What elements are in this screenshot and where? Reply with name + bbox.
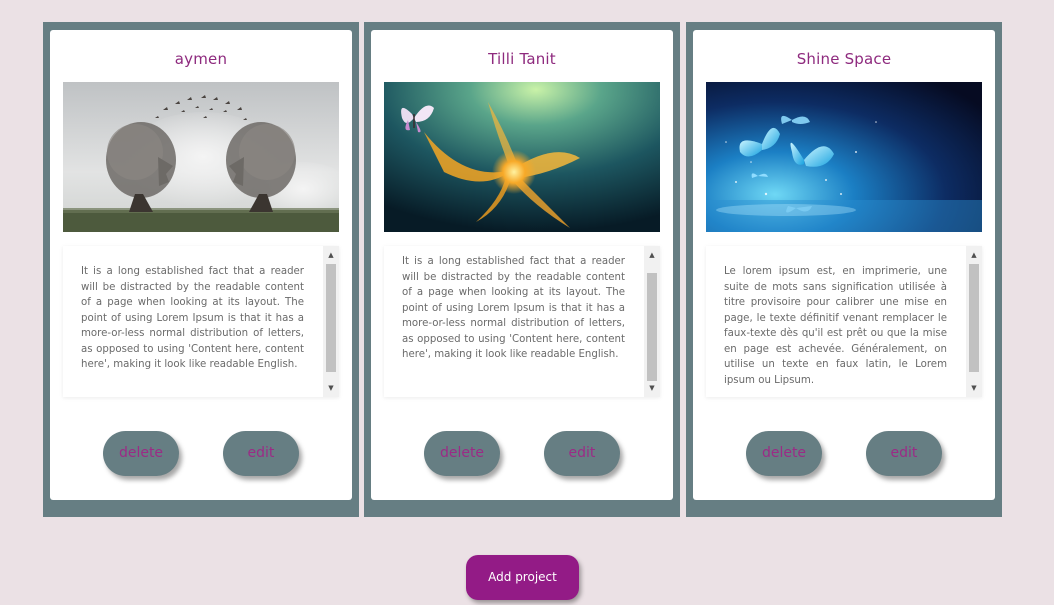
project-card-frame: Shine Space Le lorem ipsum est, en impri…	[686, 22, 1002, 517]
project-image	[63, 82, 339, 232]
blue-butterflies-image	[706, 82, 982, 232]
description-scrollbar[interactable]: ▲ ▼	[966, 246, 982, 397]
trees-heads-image	[63, 82, 339, 232]
scroll-up-icon[interactable]: ▲	[323, 248, 339, 262]
edit-button[interactable]: edit	[223, 431, 299, 476]
description-box[interactable]: It is a long established fact that a rea…	[384, 246, 660, 397]
project-description: It is a long established fact that a rea…	[402, 256, 625, 360]
scroll-down-icon[interactable]: ▼	[323, 381, 339, 395]
delete-button[interactable]: delete	[746, 431, 822, 476]
project-description: It is a long established fact that a rea…	[81, 266, 304, 370]
project-card: Tilli Tanit It is a long established fac…	[371, 30, 673, 500]
description-scrollbar[interactable]: ▲ ▼	[323, 246, 339, 397]
add-project-button[interactable]: Add project	[466, 555, 579, 600]
project-title: Tilli Tanit	[488, 50, 556, 68]
edit-button[interactable]: edit	[866, 431, 942, 476]
glowing-flower-image	[384, 82, 660, 232]
project-image	[706, 82, 982, 232]
delete-button[interactable]: delete	[424, 431, 500, 476]
description-box[interactable]: Le lorem ipsum est, en imprimerie, une s…	[706, 246, 982, 397]
project-card-frame: Tilli Tanit It is a long established fac…	[364, 22, 680, 517]
scroll-up-icon[interactable]: ▲	[966, 248, 982, 262]
scroll-up-icon[interactable]: ▲	[644, 248, 660, 262]
scroll-thumb[interactable]	[326, 264, 336, 372]
description-scrollbar[interactable]: ▲ ▼	[644, 246, 660, 397]
project-card-frame: aymen It is a long established fact that…	[43, 22, 359, 517]
edit-button[interactable]: edit	[544, 431, 620, 476]
project-title: aymen	[174, 50, 228, 68]
project-image	[384, 82, 660, 232]
project-title: Shine Space	[796, 50, 892, 68]
project-card: Shine Space Le lorem ipsum est, en impri…	[693, 30, 995, 500]
description-box[interactable]: It is a long established fact that a rea…	[63, 246, 339, 397]
delete-button[interactable]: delete	[103, 431, 179, 476]
project-card: aymen It is a long established fact that…	[50, 30, 352, 500]
scroll-down-icon[interactable]: ▼	[966, 381, 982, 395]
scroll-down-icon[interactable]: ▼	[644, 381, 660, 395]
project-description: Le lorem ipsum est, en imprimerie, une s…	[724, 266, 947, 386]
scroll-thumb[interactable]	[969, 264, 979, 372]
scroll-thumb[interactable]	[647, 273, 657, 381]
